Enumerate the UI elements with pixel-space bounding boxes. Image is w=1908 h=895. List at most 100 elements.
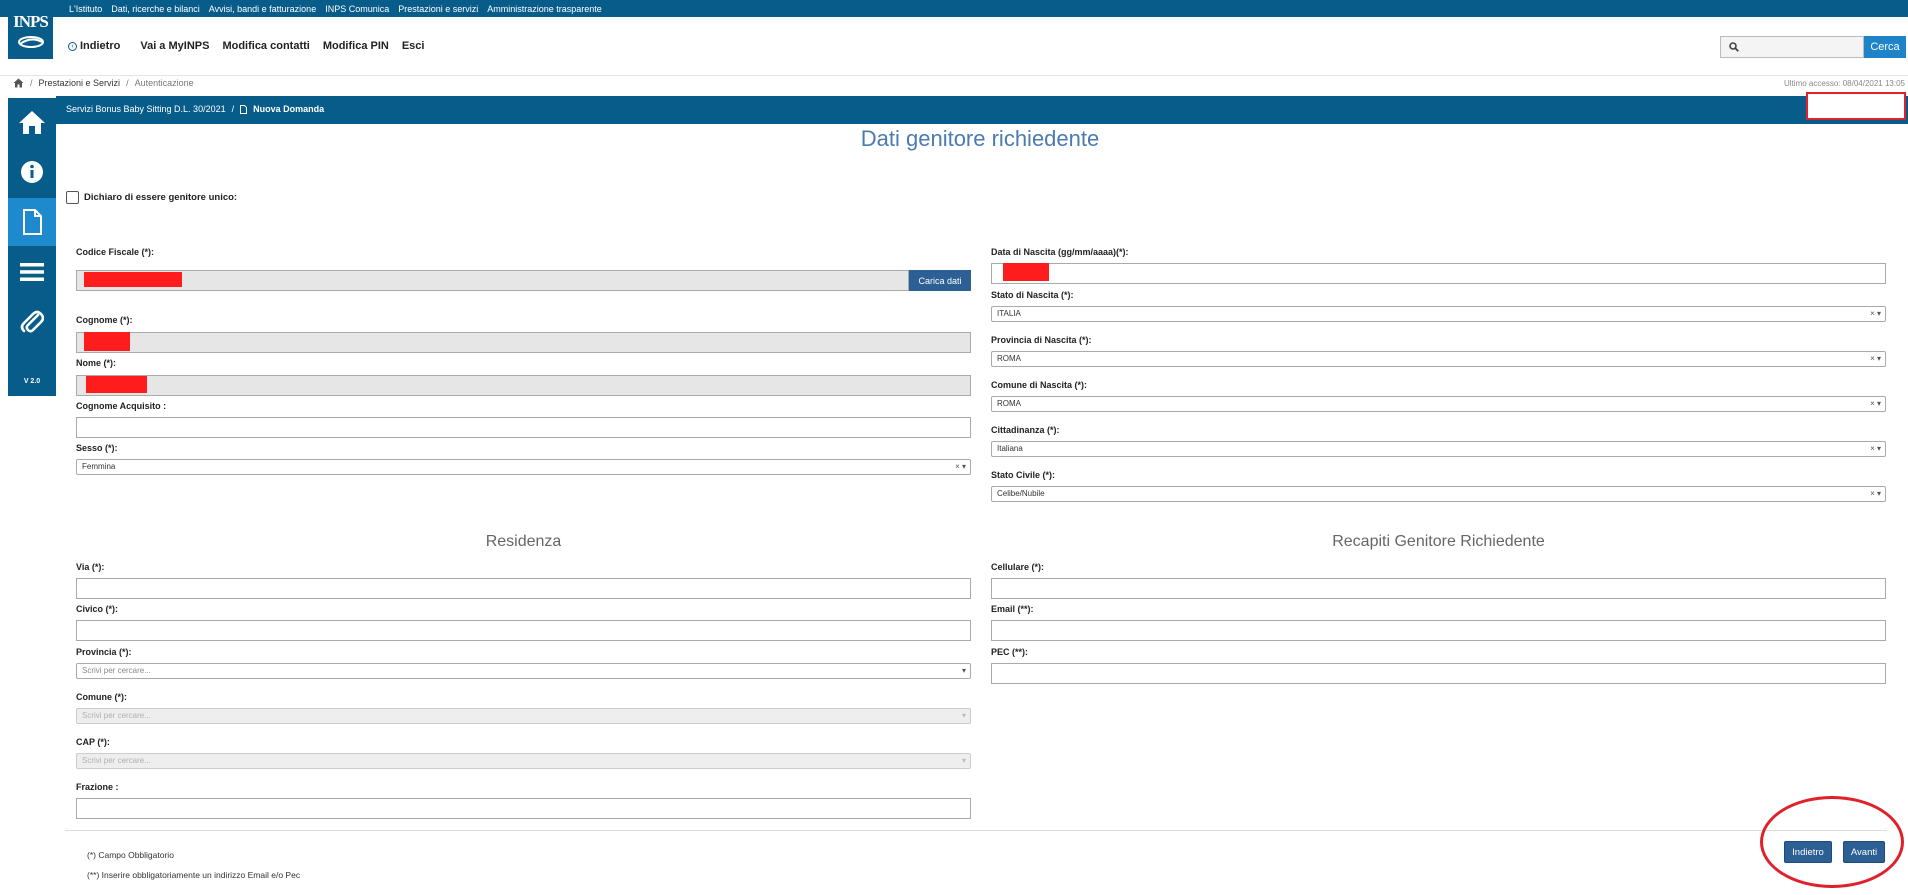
inps-logo[interactable]: INPS [8,3,53,59]
data-nascita-label: Data di Nascita (gg/mm/aaaa)(*): [991,247,1129,257]
recapiti-heading: Recapiti Genitore Richiedente [1332,533,1545,550]
cognome-label: Cognome (*): [76,315,133,325]
civico-field[interactable] [76,620,971,641]
codice-fiscale-label: Codice Fiscale (*): [76,247,155,257]
top-link-prestazioni[interactable]: Prestazioni e servizi [398,4,478,14]
comune-placeholder: Scrivi per cercare... [82,711,151,720]
clear-chevron-icon[interactable]: × ▾ [1870,442,1881,456]
stato-nascita-label: Stato di Nascita (*): [991,290,1074,300]
redaction-mark [84,272,182,287]
sidebar-menu[interactable] [8,248,56,296]
cognome-acquisito-field[interactable] [76,417,971,438]
provincia-placeholder: Scrivi per cercare... [82,666,151,675]
cellulare-field[interactable] [991,578,1886,599]
stato-nascita-select[interactable]: ITALIA × ▾ [991,306,1886,322]
breadcrumb-prestazioni[interactable]: Prestazioni e Servizi [39,78,121,88]
logo-text: INPS [13,12,49,31]
sidebar-attachments[interactable] [8,298,56,346]
service-breadcrumb: Servizi Bonus Baby Sitting D.L. 30/2021 … [66,104,324,114]
pec-label: PEC (**): [991,647,1029,657]
attachment-icon [20,310,44,333]
nav-modifica-contatti[interactable]: Modifica contatti [222,40,309,52]
clear-chevron-icon[interactable]: × ▾ [1870,307,1881,321]
via-label: Via (*): [76,562,105,572]
sesso-value: Femmina [82,462,116,471]
email-label: Email (**): [991,604,1034,614]
clear-chevron-icon[interactable]: × ▾ [955,460,966,474]
service-name[interactable]: Servizi Bonus Baby Sitting D.L. 30/2021 [66,104,226,114]
document-icon [23,209,42,235]
top-link-comunica[interactable]: INPS Comunica [325,4,389,14]
civico-label: Civico (*): [76,604,119,614]
email-field[interactable] [991,620,1886,641]
top-link-trasparente[interactable]: Amministrazione trasparente [487,4,602,14]
sidebar-document[interactable] [8,198,56,246]
nav-myinps[interactable]: Vai a MyINPS [140,40,209,52]
chevron-down-icon: ▾ [961,756,966,765]
carica-dati-button[interactable]: Carica dati [909,270,971,291]
clear-chevron-icon[interactable]: × ▾ [1870,352,1881,366]
nav-back-link[interactable]: ‹ Indietro [68,40,120,52]
top-link-istituto[interactable]: L'Istituto [69,4,102,14]
cap-placeholder: Scrivi per cercare... [82,756,151,765]
menu-icon [20,263,44,281]
single-parent-checkbox[interactable] [66,191,79,204]
top-link-dati[interactable]: Dati, ricerche e bilanci [111,4,200,14]
note-email-pec: (**) Inserire obbligatoriamente un indir… [87,870,301,880]
breadcrumb-current: Autenticazione [134,78,194,88]
info-icon [21,161,43,183]
codice-fiscale-field[interactable] [76,270,909,291]
cap-label: CAP (*): [76,737,110,747]
stato-civile-label: Stato Civile (*): [991,470,1056,480]
nav-back-label: Indietro [80,40,121,52]
comune-select[interactable]: Scrivi per cercare... ▾ [76,708,971,724]
search-input[interactable] [1720,36,1864,58]
annotation-redbox [1806,92,1906,120]
top-link-avvisi[interactable]: Avvisi, bandi e fatturazione [209,4,316,14]
cognome-acquisito-label: Cognome Acquisito : [76,401,167,411]
stato-nascita-value: ITALIA [997,309,1021,318]
nav-modifica-pin[interactable]: Modifica PIN [323,40,389,52]
frazione-field[interactable] [76,798,971,819]
cittadinanza-select[interactable]: Italiana × ▾ [991,441,1886,457]
header-divider [0,75,1908,76]
provincia-select[interactable]: Scrivi per cercare... ▾ [76,663,971,679]
redaction-mark [86,376,147,393]
nav-esci[interactable]: Esci [402,40,425,52]
pec-field[interactable] [991,663,1886,684]
chevron-down-icon[interactable]: ▾ [962,664,966,678]
provincia-label: Provincia (*): [76,647,132,657]
home-icon[interactable] [13,78,24,88]
version-label: V 2.0 [23,378,41,385]
nome-field[interactable] [76,375,971,396]
sesso-select[interactable]: Femmina × ▾ [76,459,971,475]
data-nascita-field[interactable] [991,263,1886,284]
stato-civile-select[interactable]: Celibe/Nubile × ▾ [991,486,1886,502]
cittadinanza-value: Italiana [997,444,1023,453]
search-button[interactable]: Cerca [1864,36,1906,58]
cittadinanza-label: Cittadinanza (*): [991,425,1060,435]
stato-civile-value: Celibe/Nubile [997,489,1045,498]
redaction-mark [84,332,130,351]
cap-select[interactable]: Scrivi per cercare... ▾ [76,753,971,769]
provincia-nascita-select[interactable]: ROMA × ▾ [991,351,1886,367]
clear-chevron-icon[interactable]: × ▾ [1870,487,1881,501]
single-parent-checkbox-row: Dichiaro di essere genitore unico: [66,191,237,204]
comune-nascita-label: Comune di Nascita (*): [991,380,1088,390]
single-parent-label: Dichiaro di essere genitore unico: [84,192,238,203]
breadcrumb-separator: / [30,78,33,88]
via-field[interactable] [76,578,971,599]
comune-nascita-value: ROMA [997,399,1021,408]
last-access-info: Ultimo accesso: 08/04/2021 13:05 [1784,79,1905,88]
frazione-label: Frazione : [76,782,119,792]
sidebar-info[interactable] [8,148,56,196]
clear-chevron-icon[interactable]: × ▾ [1870,397,1881,411]
cognome-field[interactable] [76,332,971,353]
provincia-nascita-value: ROMA [997,354,1021,363]
comune-nascita-select[interactable]: ROMA × ▾ [991,396,1886,412]
service-current-page: Nuova Domanda [253,104,325,114]
breadcrumb: / Prestazioni e Servizi / Autenticazione [13,78,194,88]
document-icon [240,104,248,114]
service-separator: / [231,104,235,114]
chevron-down-icon: ▾ [961,711,966,720]
